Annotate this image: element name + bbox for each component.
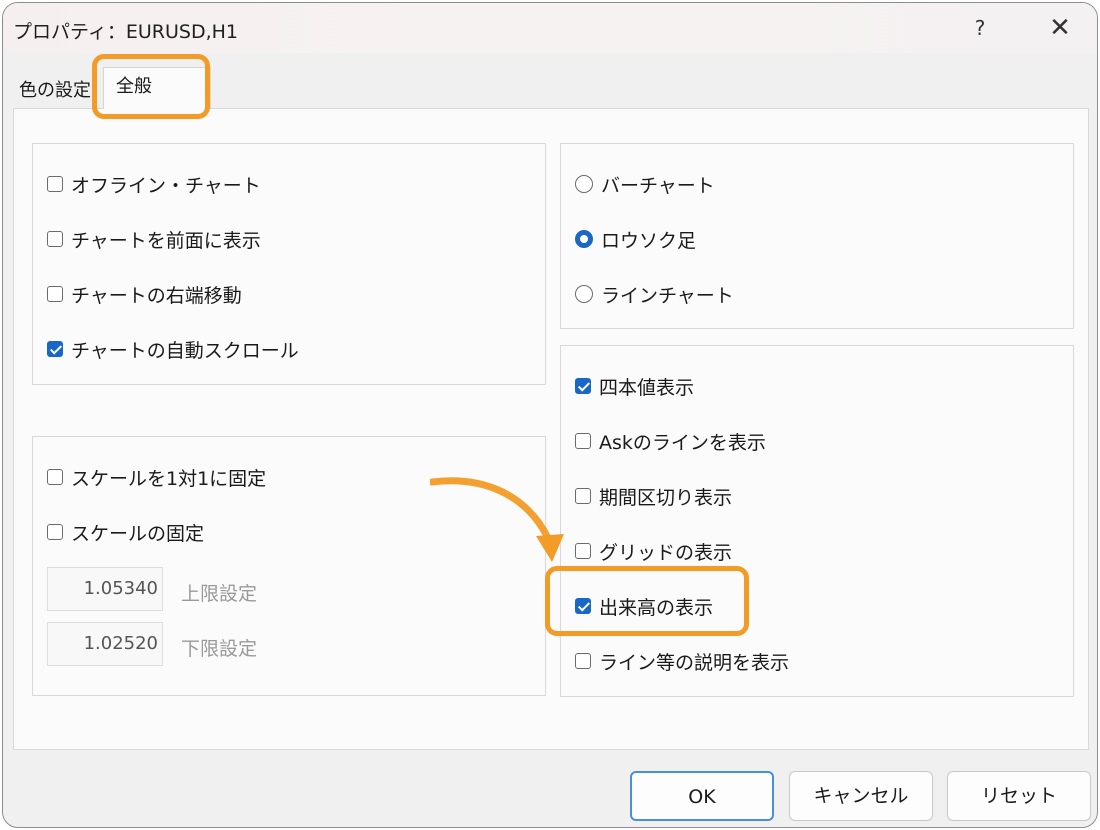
candlestick-label: ロウソク足	[601, 229, 697, 252]
chart-type-group: バーチャート ロウソク足 ラインチャート	[560, 143, 1074, 329]
ohlc-option[interactable]: 四本値表示	[575, 372, 694, 400]
chart-shift-label: チャートの右端移動	[71, 284, 242, 307]
display-options-group: 四本値表示 Askのラインを表示 期間区切り表示 グリッドの表示 出来高の表示 …	[560, 345, 1074, 697]
ask-line-option[interactable]: Askのラインを表示	[575, 427, 766, 455]
window-title: プロパティ：EURUSD,H1	[13, 21, 238, 43]
bar-chart-radio[interactable]	[575, 175, 593, 193]
chart-foreground-label: チャートを前面に表示	[71, 229, 261, 252]
general-tab-highlight	[92, 54, 210, 119]
autoscroll-checkbox[interactable]	[47, 341, 63, 357]
reset-button[interactable]: リセット	[947, 771, 1091, 821]
chart-shift-option[interactable]: チャートの右端移動	[47, 280, 242, 308]
autoscroll-label: チャートの自動スクロール	[71, 339, 299, 362]
close-button[interactable]: ✕	[1043, 13, 1077, 43]
object-descriptions-checkbox[interactable]	[575, 653, 591, 669]
scale-upper-label: 上限設定	[181, 583, 258, 605]
ohlc-label: 四本値表示	[599, 376, 695, 399]
period-separators-checkbox[interactable]	[575, 488, 591, 504]
offline-chart-checkbox[interactable]	[47, 176, 63, 192]
period-separators-label: 期間区切り表示	[599, 486, 733, 509]
ask-line-label: Askのラインを表示	[599, 431, 766, 454]
ask-line-checkbox[interactable]	[575, 433, 591, 449]
line-chart-option[interactable]: ラインチャート	[575, 280, 734, 308]
scale-fix-one-to-one-option[interactable]: スケールを1対1に固定	[47, 463, 266, 491]
offline-chart-label: オフライン・チャート	[71, 174, 261, 197]
bar-chart-option[interactable]: バーチャート	[575, 170, 715, 198]
grid-option[interactable]: グリッドの表示	[575, 537, 732, 565]
help-button[interactable]: ?	[965, 13, 995, 43]
line-chart-label: ラインチャート	[601, 284, 734, 307]
tab-color-settings[interactable]: 色の設定	[19, 75, 103, 107]
candlestick-radio[interactable]	[575, 230, 593, 248]
chart-behavior-group: オフライン・チャート チャートを前面に表示 チャートの右端移動 チャートの自動ス…	[32, 143, 546, 385]
autoscroll-option[interactable]: チャートの自動スクロール	[47, 335, 299, 363]
scale-fix-label: スケールの固定	[71, 522, 205, 545]
grid-checkbox[interactable]	[575, 543, 591, 559]
offline-chart-option[interactable]: オフライン・チャート	[47, 170, 261, 198]
object-descriptions-option[interactable]: ライン等の説明を表示	[575, 647, 789, 675]
scale-fix-one-to-one-checkbox[interactable]	[47, 469, 63, 485]
volume-option-highlight	[545, 566, 749, 636]
scale-lower-input[interactable]: 1.02520	[47, 622, 163, 666]
properties-dialog: プロパティ：EURUSD,H1 ? ✕ 色の設定 オフライン・チャート チャート…	[2, 2, 1098, 828]
grid-label: グリッドの表示	[599, 541, 733, 564]
cancel-button[interactable]: キャンセル	[789, 771, 933, 821]
line-chart-radio[interactable]	[575, 285, 593, 303]
ok-button[interactable]: OK	[630, 771, 774, 821]
scale-fix-option[interactable]: スケールの固定	[47, 518, 204, 546]
chart-foreground-option[interactable]: チャートを前面に表示	[47, 225, 261, 253]
scale-upper-input[interactable]: 1.05340	[47, 567, 163, 611]
ohlc-checkbox[interactable]	[575, 378, 591, 394]
chart-foreground-checkbox[interactable]	[47, 231, 63, 247]
general-tab-panel: オフライン・チャート チャートを前面に表示 チャートの右端移動 チャートの自動ス…	[13, 108, 1089, 750]
scale-fix-one-to-one-label: スケールを1対1に固定	[71, 467, 267, 490]
title-bar: プロパティ：EURUSD,H1 ? ✕	[3, 3, 1097, 53]
highlight-arrow-icon	[430, 477, 564, 562]
chart-shift-checkbox[interactable]	[47, 286, 63, 302]
scale-lower-label: 下限設定	[181, 638, 258, 660]
period-separators-option[interactable]: 期間区切り表示	[575, 482, 732, 510]
bar-chart-label: バーチャート	[601, 174, 715, 197]
object-descriptions-label: ライン等の説明を表示	[599, 651, 790, 674]
scale-fix-checkbox[interactable]	[47, 524, 63, 540]
candlestick-option[interactable]: ロウソク足	[575, 225, 696, 253]
